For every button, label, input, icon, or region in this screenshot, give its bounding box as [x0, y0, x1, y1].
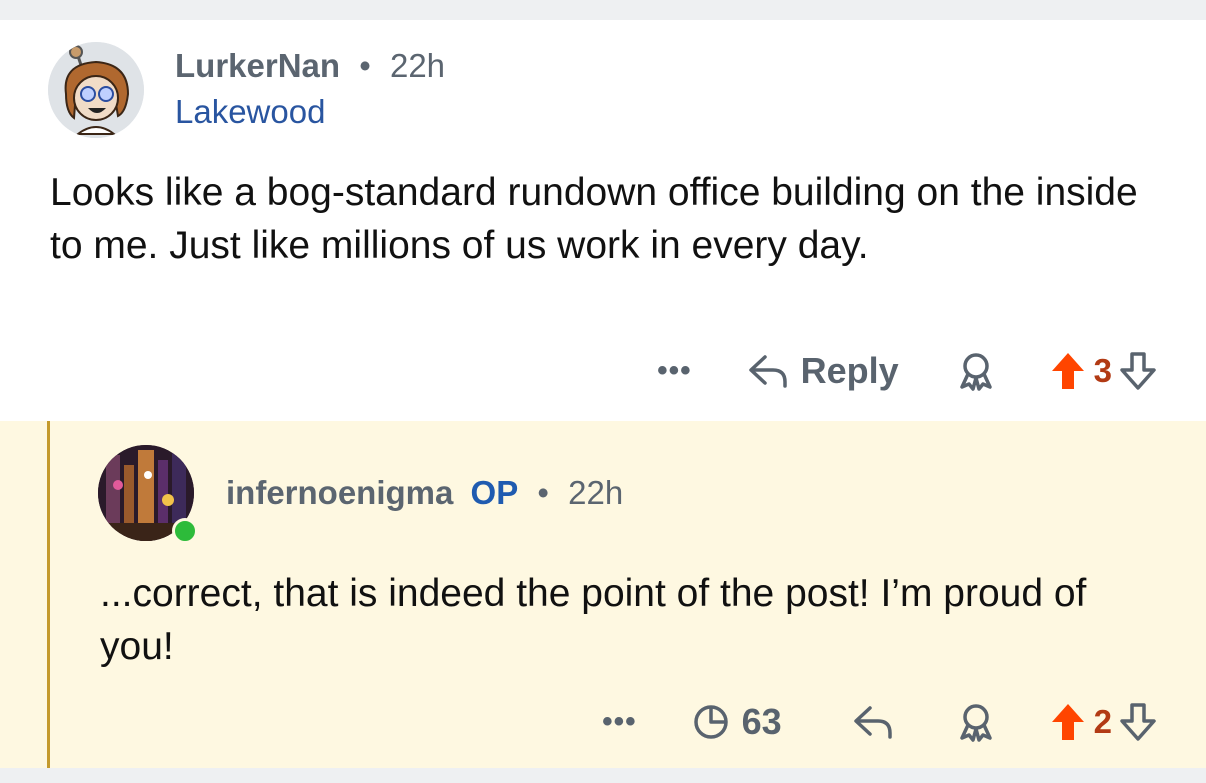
award-icon — [959, 704, 992, 742]
upvote-icon — [1051, 353, 1084, 389]
reply-arrow-icon — [748, 355, 787, 388]
username[interactable]: infernoenigma — [226, 474, 453, 511]
award-button[interactable] — [954, 702, 998, 742]
reply-label: Reply — [800, 350, 899, 391]
downvote-icon — [1120, 352, 1156, 390]
award-icon — [959, 353, 992, 391]
op-badge: OP — [470, 474, 519, 511]
more-icon: ••• — [657, 354, 692, 387]
upvote-icon — [1051, 704, 1084, 740]
downvote-button[interactable] — [1120, 351, 1156, 391]
views-icon — [693, 705, 728, 739]
comment-actions: ••• Reply 3 — [657, 350, 1156, 392]
comment-actions: ••• 63 2 — [602, 701, 1156, 743]
views-counter[interactable]: 63 — [692, 701, 782, 743]
timestamp: 22h — [389, 47, 446, 84]
avatar[interactable] — [48, 42, 144, 138]
reply-arrow-icon — [853, 706, 892, 739]
comment-lurkernan: LurkerNan • 22h Lakewood Looks like a bo… — [0, 20, 1206, 421]
online-indicator — [172, 518, 198, 544]
comment-body: Looks like a bog-standard rundown office… — [50, 171, 1138, 267]
comment-meta: infernoenigma OP • 22h — [226, 474, 623, 512]
award-button[interactable] — [954, 351, 998, 391]
reply-button[interactable]: Reply — [747, 350, 899, 392]
comment-body: ...correct, that is indeed the point of … — [100, 572, 1087, 668]
vote-score: 3 — [1093, 352, 1112, 389]
upvote-button[interactable] — [1050, 702, 1086, 742]
downvote-icon — [1120, 703, 1156, 741]
more-button[interactable]: ••• — [657, 354, 692, 388]
user-flair: Lakewood — [175, 93, 326, 130]
vote-score: 2 — [1093, 703, 1112, 740]
upvote-button[interactable] — [1050, 351, 1086, 391]
views-count: 63 — [741, 701, 782, 742]
reply-button[interactable] — [852, 704, 894, 740]
separator: • — [359, 47, 371, 84]
thread-line[interactable] — [47, 421, 50, 768]
more-icon: ••• — [602, 705, 637, 738]
comment-infernoenigma: infernoenigma OP • 22h ...correct, that … — [0, 421, 1206, 768]
comment-meta: LurkerNan • 22h — [175, 47, 445, 85]
username[interactable]: LurkerNan — [175, 47, 340, 84]
separator: • — [537, 474, 549, 511]
more-button[interactable]: ••• — [602, 705, 637, 739]
timestamp: 22h — [568, 474, 624, 511]
downvote-button[interactable] — [1120, 702, 1156, 742]
